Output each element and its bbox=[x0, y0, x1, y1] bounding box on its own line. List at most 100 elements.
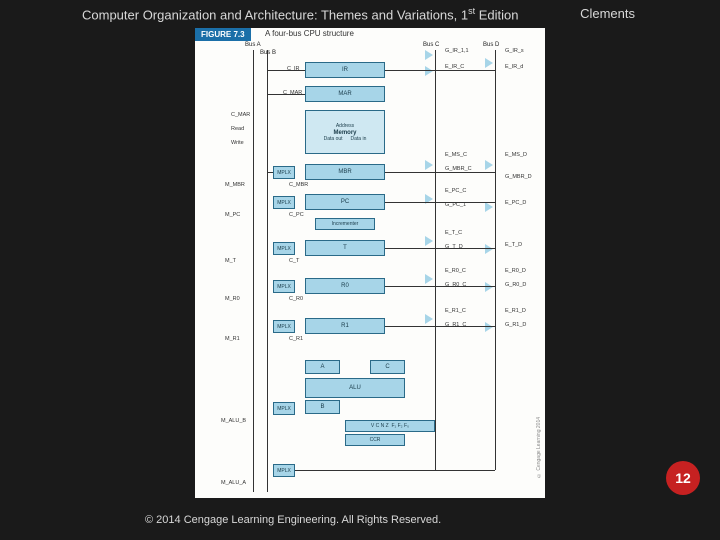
sig-gr1c: G_R1_C bbox=[445, 322, 466, 328]
sig-er1c: E_R1_C bbox=[445, 308, 466, 314]
sig-mr1: M_R1 bbox=[225, 336, 240, 342]
block-ccr-flags: V C N Z F₁ F₂ F₀ bbox=[345, 420, 435, 432]
l7r bbox=[385, 326, 495, 327]
sig-cr0: C_R0 bbox=[289, 296, 303, 302]
bus-d-line bbox=[495, 50, 496, 470]
sig-ct: C_T bbox=[289, 258, 299, 264]
l3r bbox=[385, 172, 495, 173]
block-alu-c: C bbox=[370, 360, 405, 374]
sig-gtd: G_T_D bbox=[445, 244, 463, 250]
mplx-mbr: MPLX bbox=[273, 166, 295, 179]
mplx-alua: MPLX bbox=[273, 464, 295, 477]
block-alu-a: A bbox=[305, 360, 340, 374]
block-mar: MAR bbox=[305, 86, 385, 102]
bottom-feedback-line bbox=[295, 470, 495, 471]
sig-read: Read bbox=[231, 126, 244, 132]
sig-write: Write bbox=[231, 140, 244, 146]
figure-side-copyright: © Cengage Learning 2014 bbox=[536, 417, 542, 478]
bus-a-line bbox=[253, 50, 254, 492]
bus-d-label: Bus D bbox=[483, 42, 499, 48]
cpu-diagram: Bus A Bus B Bus C Bus D IR C_IR G_IR_1,1… bbox=[195, 44, 545, 494]
figure-label: FIGURE 7.3 bbox=[195, 28, 251, 41]
block-mbr: MBR bbox=[305, 164, 385, 180]
sig-etc: E_T_C bbox=[445, 230, 462, 236]
tri-ir-c bbox=[425, 50, 433, 60]
block-r1: R1 bbox=[305, 318, 385, 334]
copyright-line: © 2014 Cengage Learning Engineering. All… bbox=[145, 514, 441, 526]
tri-r0-c bbox=[425, 274, 433, 284]
l1r bbox=[385, 70, 495, 71]
sig-cpc: C_PC bbox=[289, 212, 304, 218]
sig-mr0: M_R0 bbox=[225, 296, 240, 302]
l1 bbox=[267, 70, 305, 71]
mem-address: Address bbox=[336, 123, 354, 129]
block-t: T bbox=[305, 240, 385, 256]
l6r bbox=[385, 286, 495, 287]
bottom-feedback-v bbox=[495, 450, 496, 470]
page-number-badge: 12 bbox=[666, 461, 700, 495]
author: Clements bbox=[580, 6, 635, 21]
mplx-r0: MPLX bbox=[273, 280, 295, 293]
block-incrementer: Incrementer bbox=[315, 218, 375, 230]
sig-gmbrd: G_MBR_D bbox=[505, 174, 532, 180]
l4r bbox=[385, 202, 495, 203]
sig-malub: M_ALU_B bbox=[221, 418, 246, 424]
tri-t-d bbox=[485, 244, 493, 254]
mplx-r1: MPLX bbox=[273, 320, 295, 333]
sig-cmbr: C_MBR bbox=[289, 182, 308, 188]
sig-gr0d: G_R0_D bbox=[505, 282, 526, 288]
tri-ir-d bbox=[485, 58, 493, 68]
mplx-t: MPLX bbox=[273, 242, 295, 255]
l2 bbox=[267, 94, 305, 95]
sig-girt1: G_IR_1,1 bbox=[445, 48, 469, 54]
block-r0: R0 bbox=[305, 278, 385, 294]
figure-caption: A four-bus CPU structure bbox=[265, 29, 354, 38]
bus-c-label: Bus C bbox=[423, 42, 439, 48]
bus-c-line bbox=[435, 50, 436, 470]
sig-girs: G_IR_s bbox=[505, 48, 524, 54]
sig-mmbr: M_MBR bbox=[225, 182, 245, 188]
sig-cread: C_MAR bbox=[231, 112, 250, 118]
sig-er0c: E_R0_C bbox=[445, 268, 466, 274]
sig-emsd: E_MS_D bbox=[505, 152, 527, 158]
sig-cr1: C_R1 bbox=[289, 336, 303, 342]
tri-mbr-d bbox=[485, 160, 493, 170]
l3 bbox=[267, 172, 273, 173]
ccr-flags-text: V C N Z bbox=[371, 423, 389, 429]
sig-gr1d: G_R1_D bbox=[505, 322, 526, 328]
sig-epcc: E_PC_C bbox=[445, 188, 466, 194]
tri-ir-c2 bbox=[425, 66, 433, 76]
bus-b-label: Bus B bbox=[260, 50, 276, 56]
sig-epcd: E_PC_D bbox=[505, 200, 526, 206]
block-ccr: CCR bbox=[345, 434, 405, 446]
sig-malua: M_ALU_A bbox=[221, 480, 246, 486]
sig-er0d: E_R0_D bbox=[505, 268, 526, 274]
sig-mpc: M_PC bbox=[225, 212, 240, 218]
bus-a-label: Bus A bbox=[245, 42, 261, 48]
mem-datain: Data in bbox=[351, 136, 367, 142]
mplx-alub: MPLX bbox=[273, 402, 295, 415]
mplx-pc: MPLX bbox=[273, 196, 295, 209]
ccr-f-text: F₁ F₂ F₀ bbox=[391, 423, 409, 429]
mem-dataout: Data out bbox=[324, 136, 343, 142]
tri-t-c bbox=[425, 236, 433, 246]
sig-emsc: E_MS_C bbox=[445, 152, 467, 158]
block-ir: IR bbox=[305, 62, 385, 78]
block-alu-b: B bbox=[305, 400, 340, 414]
sig-mt: M_T bbox=[225, 258, 236, 264]
title-pre: Computer Organization and Architecture: … bbox=[82, 7, 468, 22]
title-post: Edition bbox=[475, 7, 518, 22]
tri-r1-d bbox=[485, 322, 493, 332]
sig-cir: C_IR bbox=[287, 66, 300, 72]
sig-eird: E_IR_d bbox=[505, 64, 523, 70]
l5r bbox=[385, 248, 495, 249]
sig-gr0c: G_R0_C bbox=[445, 282, 466, 288]
tri-pc-d bbox=[485, 202, 493, 212]
sig-etd: E_T_D bbox=[505, 242, 522, 248]
bus-b-line bbox=[267, 50, 268, 492]
block-memory: Address Memory Data out Data in bbox=[305, 110, 385, 154]
figure-area: FIGURE 7.3 A four-bus CPU structure Bus … bbox=[195, 28, 545, 498]
sig-er1d: E_R1_D bbox=[505, 308, 526, 314]
book-title: Computer Organization and Architecture: … bbox=[82, 6, 519, 22]
block-alu: ALU bbox=[305, 378, 405, 398]
